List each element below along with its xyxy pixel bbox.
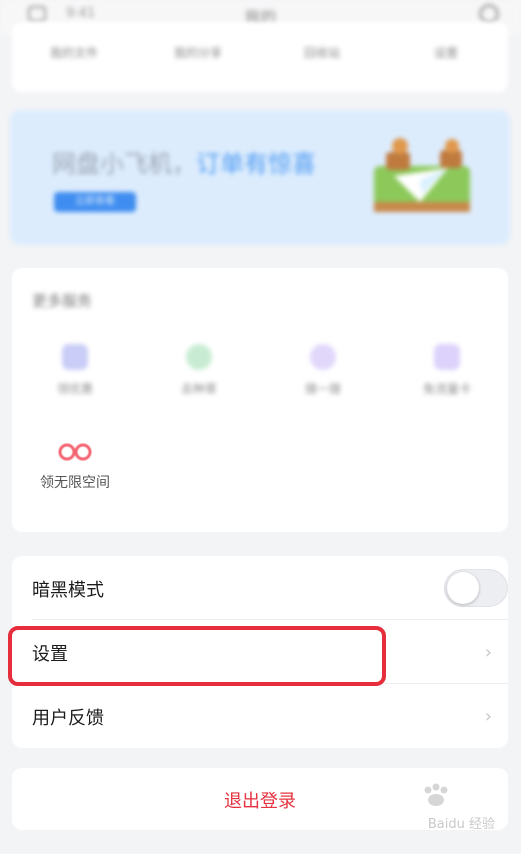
shortcut-item[interactable]: 回收站 bbox=[260, 44, 384, 61]
more-services-card: 更多服务 领优惠 去种草 搜一搜 免流量卡 领无限空间 bbox=[12, 268, 508, 532]
chevron-right-icon: › bbox=[484, 642, 492, 663]
dark-mode-toggle[interactable] bbox=[444, 569, 508, 607]
banner-headline: 网盘小飞机，订单有惊喜 bbox=[52, 150, 316, 178]
infinity-icon bbox=[58, 443, 92, 461]
search-icon bbox=[310, 344, 336, 370]
service-item-coupon[interactable]: 领优惠 bbox=[20, 344, 130, 397]
feedback-row[interactable]: 用户反馈 › bbox=[12, 684, 508, 748]
feedback-label: 用户反馈 bbox=[32, 708, 104, 729]
coupon-icon bbox=[62, 344, 88, 370]
settings-icon[interactable] bbox=[479, 4, 499, 24]
service-label: 搜一搜 bbox=[304, 382, 341, 396]
shortcut-item[interactable]: 我的文件 bbox=[12, 44, 136, 61]
paper-plane-illustration bbox=[374, 138, 470, 212]
paw-logo-icon bbox=[424, 783, 448, 806]
dark-mode-label: 暗黑模式 bbox=[32, 580, 104, 601]
watermark-text: Baidu 经验 bbox=[427, 817, 495, 832]
chevron-right-icon: › bbox=[484, 706, 492, 727]
sim-card-icon bbox=[434, 344, 460, 370]
banner-headline-prefix: 网盘小飞机 bbox=[52, 150, 172, 178]
services-title: 更多服务 bbox=[32, 292, 93, 310]
shortcut-card: 我的文件 我的分享 回收站 设置 bbox=[12, 22, 508, 92]
service-label: 领无限空间 bbox=[40, 475, 110, 491]
service-label: 领优惠 bbox=[56, 382, 93, 396]
watermark: Baidu 经验 bbox=[405, 783, 495, 832]
shortcut-item[interactable]: 设置 bbox=[384, 44, 508, 61]
service-item-leaf[interactable]: 去种草 bbox=[144, 344, 254, 397]
leaf-icon bbox=[186, 344, 212, 370]
shortcut-item[interactable]: 我的分享 bbox=[136, 44, 260, 61]
dark-mode-row: 暗黑模式 bbox=[12, 556, 508, 620]
service-label: 免流量卡 bbox=[422, 382, 471, 396]
service-item-infinite-space[interactable]: 领无限空间 bbox=[20, 440, 130, 492]
promo-banner[interactable]: 网盘小飞机，订单有惊喜 立即查看 bbox=[10, 110, 510, 245]
toggle-knob bbox=[447, 572, 479, 604]
service-item-search[interactable]: 搜一搜 bbox=[268, 344, 378, 397]
service-item-sim-card[interactable]: 免流量卡 bbox=[392, 344, 502, 397]
highlight-box bbox=[8, 626, 386, 686]
service-label: 去种草 bbox=[180, 382, 217, 396]
banner-headline-accent: 订单有惊喜 bbox=[196, 150, 316, 178]
banner-pill-button[interactable]: 立即查看 bbox=[54, 192, 136, 212]
